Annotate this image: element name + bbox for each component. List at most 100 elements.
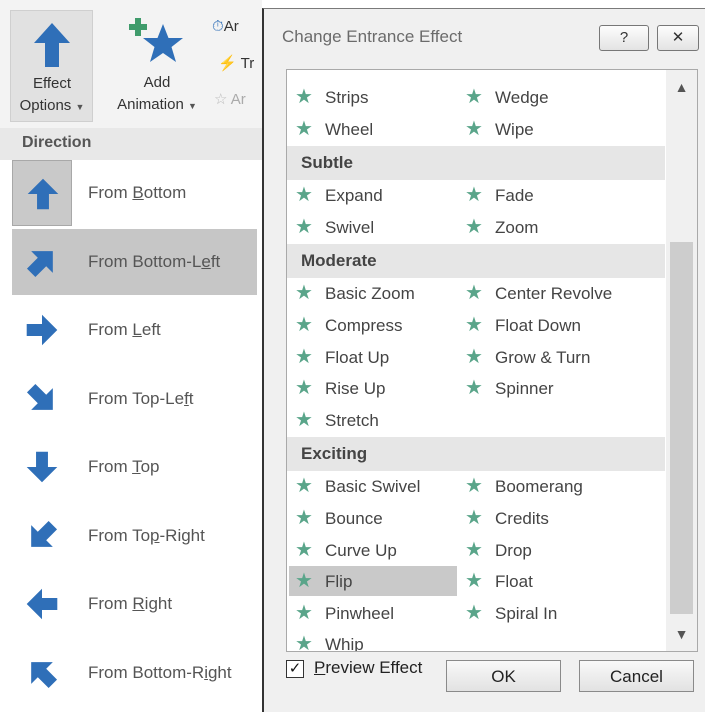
effect-item[interactable]: ★ Whip: [289, 629, 457, 652]
effect-label: Basic Zoom: [325, 284, 415, 304]
effect-item[interactable]: ★ Fade: [459, 180, 627, 210]
effect-item[interactable]: ★ Curve Up: [289, 535, 457, 565]
effect-item[interactable]: ★ Drop: [459, 535, 627, 565]
effect-label: Wipe: [495, 119, 534, 139]
direction-item[interactable]: From Top-Right: [12, 503, 257, 569]
preview-effect-label[interactable]: Preview Effect: [314, 658, 422, 678]
scroll-thumb[interactable]: [670, 242, 693, 614]
direction-item[interactable]: From Bottom: [12, 160, 257, 226]
direction-icon-box: [12, 571, 72, 637]
cancel-button[interactable]: Cancel: [579, 660, 694, 692]
effect-item[interactable]: ★ Flip: [289, 566, 457, 597]
effect-item[interactable]: ★ Bounce: [289, 503, 457, 533]
effect-item[interactable]: ★ Float Down: [459, 310, 627, 340]
scroll-down-icon[interactable]: ▼: [666, 617, 697, 651]
effect-item[interactable]: ★ Stretch: [289, 405, 457, 435]
direction-item[interactable]: From Bottom-Left: [12, 228, 257, 295]
star-icon: ★: [295, 633, 313, 652]
direction-icon-box: [12, 366, 72, 432]
effect-item[interactable]: ★ Boomerang: [459, 471, 627, 501]
effect-label: Fade: [495, 186, 534, 206]
effect-label: Zoom: [495, 217, 539, 237]
star-icon: ★: [465, 117, 483, 140]
effect-item[interactable]: ★ Zoom: [459, 212, 627, 242]
ok-button[interactable]: OK: [446, 660, 561, 692]
effect-options-button[interactable]: Effect Options ▼: [10, 10, 93, 122]
direction-icon-box: [12, 229, 72, 295]
star-icon: ★: [295, 86, 313, 108]
effect-label: Wheel: [325, 119, 374, 139]
painter-star-icon: ☆: [214, 91, 228, 108]
direction-item[interactable]: From Right: [12, 571, 257, 637]
star-icon: ★: [295, 184, 313, 207]
direction-icon-box: [12, 640, 72, 706]
direction-item[interactable]: From Left: [12, 297, 257, 363]
effect-item[interactable]: ★ Credits: [459, 503, 627, 533]
animation-painter-button[interactable]: ☆ Ar: [214, 90, 246, 108]
direction-icon-box: [12, 434, 72, 500]
effect-item[interactable]: ★ Expand: [289, 180, 457, 210]
effect-item[interactable]: ★ Spiral In: [459, 598, 627, 628]
star-icon: ★: [465, 507, 483, 529]
star-icon: ★: [465, 345, 483, 368]
trigger-label: Tr: [240, 55, 255, 72]
add-animation-button[interactable]: Add Animation ▼: [102, 10, 212, 122]
effect-label: Boomerang: [495, 477, 583, 497]
effects-listbox[interactable]: ★ Strips ★ Wedge ★ Wheel ★ Wipe Subtle ★ Expand ★ Fa…: [286, 69, 698, 652]
effect-item[interactable]: ★ Wedge: [459, 82, 627, 112]
direction-icon-box: [12, 160, 72, 226]
star-icon: ★: [465, 184, 483, 207]
star-icon: ★: [465, 570, 483, 593]
star-icon: ★: [295, 601, 313, 624]
effect-options-label-2: Options: [19, 97, 72, 114]
animation-pane-button[interactable]: ⏱Ar: [212, 18, 239, 35]
effect-item[interactable]: ★ Grow & Turn: [459, 342, 627, 372]
close-button[interactable]: ✕: [657, 25, 699, 51]
scroll-up-icon[interactable]: ▲: [666, 70, 697, 104]
direction-icon-box: [12, 503, 72, 569]
preview-effect-accesskey: P: [314, 658, 326, 677]
direction-item[interactable]: From Bottom-Right: [12, 640, 257, 706]
effect-item[interactable]: ★ Basic Zoom: [289, 278, 457, 308]
help-button[interactable]: ?: [599, 25, 649, 51]
effect-item[interactable]: ★ Pinwheel: [289, 598, 457, 628]
direction-label: From Bottom: [88, 183, 187, 202]
star-icon: ★: [295, 117, 313, 140]
effect-item[interactable]: ★ Compress: [289, 310, 457, 340]
direction-label: From Top: [88, 457, 160, 476]
change-entrance-effect-dialog: Change Entrance Effect ? ✕ ★ Strips ★ Wedge…: [262, 8, 705, 712]
effect-item[interactable]: ★ Float: [459, 566, 627, 596]
effect-item[interactable]: ★ Center Revolve: [459, 278, 627, 308]
add-animation-label-2: Animation: [117, 96, 184, 113]
animation-pane-label: Ar: [223, 18, 239, 35]
effect-item[interactable]: ★ Basic Swivel: [289, 471, 457, 501]
effect-item[interactable]: ★ Spinner: [459, 373, 627, 403]
direction-item[interactable]: From Top: [12, 434, 257, 500]
star-icon: ★: [295, 507, 313, 529]
dialog-title: Change Entrance Effect: [282, 27, 463, 46]
lightning-icon: ⚡: [218, 55, 237, 72]
vertical-scrollbar[interactable]: ▲ ▼: [666, 70, 697, 651]
effect-item[interactable]: ★ Strips: [289, 82, 457, 112]
effect-item[interactable]: ★ Wheel: [289, 114, 457, 144]
timer-icon: ⏱: [212, 18, 224, 35]
trigger-button[interactable]: ⚡ Tr: [218, 54, 254, 72]
effect-label: Wedge: [495, 88, 549, 107]
effect-item[interactable]: ★ Rise Up: [289, 373, 457, 403]
effect-label: Compress: [325, 316, 403, 335]
star-icon: ★: [465, 601, 483, 624]
effect-item[interactable]: ★ Float Up: [289, 342, 457, 372]
arrow-up-icon: [34, 23, 70, 67]
group-header: Subtle: [287, 146, 665, 181]
effect-item[interactable]: ★ Swivel: [289, 212, 457, 242]
star-icon: ★: [295, 408, 313, 431]
direction-label: From Right: [88, 594, 173, 613]
group-header: Exciting: [287, 437, 665, 472]
effect-label: Float Down: [495, 316, 581, 335]
effect-label: Strips: [325, 88, 369, 107]
star-icon: ★: [295, 314, 313, 336]
preview-effect-checkbox[interactable]: ✓: [286, 660, 304, 678]
star-icon: ★: [465, 282, 483, 305]
effect-item[interactable]: ★ Wipe: [459, 114, 627, 144]
direction-item[interactable]: From Top-Left: [12, 366, 257, 432]
